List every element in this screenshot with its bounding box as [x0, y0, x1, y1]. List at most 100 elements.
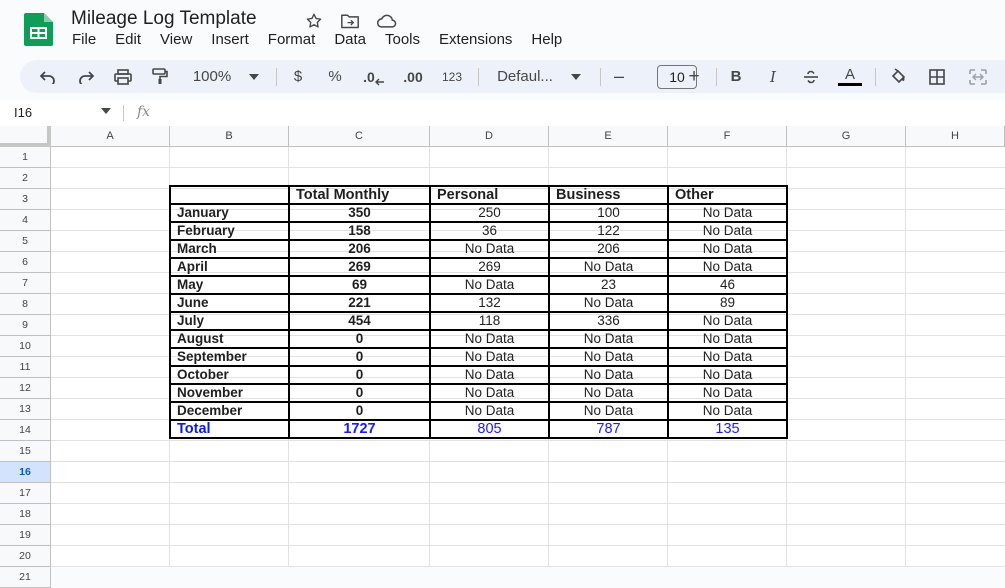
table-cell[interactable]: No Data — [667, 311, 788, 331]
table-cell[interactable]: September — [169, 347, 290, 367]
total-cell[interactable]: 787 — [548, 419, 669, 439]
table-cell[interactable]: 269 — [288, 257, 431, 277]
table-cell[interactable]: No Data — [667, 365, 788, 385]
table-cell[interactable]: 0 — [288, 347, 431, 367]
decrease-font-size-button[interactable]: – — [609, 60, 629, 93]
cloud-status-icon[interactable] — [375, 10, 397, 32]
table-cell[interactable]: No Data — [429, 275, 550, 295]
table-cell[interactable]: No Data — [548, 401, 669, 421]
table-cell[interactable]: April — [169, 257, 290, 277]
table-cell[interactable]: No Data — [667, 221, 788, 241]
table-cell[interactable]: 0 — [288, 401, 431, 421]
total-cell[interactable]: 805 — [429, 419, 550, 439]
table-cell[interactable]: 336 — [548, 311, 669, 331]
table-cell[interactable]: No Data — [667, 257, 788, 277]
star-icon[interactable] — [303, 10, 325, 32]
zoom-select[interactable]: 100% — [188, 60, 236, 93]
header-cell[interactable]: Personal — [429, 185, 550, 205]
table-cell[interactable]: 206 — [548, 239, 669, 259]
move-folder-icon[interactable] — [339, 10, 361, 32]
merge-cells-icon[interactable] — [966, 60, 990, 93]
column-header-e[interactable]: E — [549, 126, 668, 147]
table-cell[interactable]: No Data — [429, 239, 550, 259]
table-cell[interactable]: June — [169, 293, 290, 313]
menu-tools[interactable]: Tools — [385, 31, 420, 48]
zoom-dropdown-icon[interactable] — [247, 60, 261, 93]
table-cell[interactable]: No Data — [429, 383, 550, 403]
name-box-dropdown-icon[interactable] — [101, 108, 111, 114]
table-cell[interactable]: 46 — [667, 275, 788, 295]
table-cell[interactable]: January — [169, 203, 290, 223]
decrease-decimal-button[interactable]: .0 — [360, 60, 388, 93]
menu-view[interactable]: View — [160, 31, 192, 48]
header-cell[interactable]: Other — [667, 185, 788, 205]
menu-edit[interactable]: Edit — [115, 31, 141, 48]
table-cell[interactable]: 0 — [288, 383, 431, 403]
row-header[interactable]: 7 — [0, 273, 51, 294]
table-cell[interactable]: No Data — [548, 365, 669, 385]
borders-icon[interactable] — [926, 60, 948, 93]
table-cell[interactable]: 118 — [429, 311, 550, 331]
row-header[interactable]: 17 — [0, 483, 51, 504]
column-header-a[interactable]: A — [51, 126, 170, 147]
table-cell[interactable]: 23 — [548, 275, 669, 295]
table-cell[interactable]: 221 — [288, 293, 431, 313]
header-cell[interactable]: Business — [548, 185, 669, 205]
table-cell[interactable]: 350 — [288, 203, 431, 223]
table-cell[interactable]: No Data — [548, 347, 669, 367]
table-cell[interactable]: No Data — [667, 347, 788, 367]
column-header-f[interactable]: F — [668, 126, 787, 147]
table-cell[interactable]: No Data — [667, 203, 788, 223]
table-cell[interactable]: July — [169, 311, 290, 331]
row-header[interactable]: 19 — [0, 525, 51, 546]
table-cell[interactable]: No Data — [429, 365, 550, 385]
row-header[interactable]: 8 — [0, 294, 51, 315]
undo-icon[interactable] — [36, 60, 60, 93]
row-header[interactable]: 13 — [0, 399, 51, 420]
column-header-c[interactable]: C — [289, 126, 430, 147]
table-cell[interactable]: No Data — [429, 347, 550, 367]
table-cell[interactable]: 122 — [548, 221, 669, 241]
table-cell[interactable]: No Data — [667, 401, 788, 421]
total-cell[interactable]: 135 — [667, 419, 788, 439]
row-header[interactable]: 5 — [0, 231, 51, 252]
table-cell[interactable]: No Data — [429, 401, 550, 421]
total-label-cell[interactable]: Total — [169, 419, 290, 439]
table-cell[interactable]: 0 — [288, 365, 431, 385]
name-box[interactable]: I16 — [14, 105, 32, 120]
percent-format-button[interactable]: % — [324, 60, 346, 93]
document-title[interactable]: Mileage Log Template — [71, 8, 257, 30]
sheets-logo-icon[interactable] — [24, 13, 53, 46]
menu-format[interactable]: Format — [268, 31, 316, 48]
row-header[interactable]: 20 — [0, 546, 51, 567]
table-cell[interactable]: 158 — [288, 221, 431, 241]
column-header-h[interactable]: H — [906, 126, 1005, 147]
increase-font-size-button[interactable]: + — [684, 60, 704, 93]
row-header[interactable]: 21 — [0, 567, 51, 588]
row-header[interactable]: 9 — [0, 315, 51, 336]
header-cell[interactable] — [169, 185, 290, 205]
table-cell[interactable]: No Data — [667, 383, 788, 403]
row-header[interactable]: 14 — [0, 420, 51, 441]
table-cell[interactable]: 454 — [288, 311, 431, 331]
header-cell[interactable]: Total Monthly — [288, 185, 431, 205]
table-cell[interactable]: No Data — [667, 329, 788, 349]
table-cell[interactable]: No Data — [429, 329, 550, 349]
column-header-g[interactable]: G — [787, 126, 906, 147]
table-cell[interactable]: No Data — [548, 257, 669, 277]
table-cell[interactable]: May — [169, 275, 290, 295]
table-cell[interactable]: 89 — [667, 293, 788, 313]
table-cell[interactable]: 132 — [429, 293, 550, 313]
row-header[interactable]: 4 — [0, 210, 51, 231]
text-color-button[interactable]: A — [837, 60, 863, 93]
table-cell[interactable]: October — [169, 365, 290, 385]
row-header[interactable]: 3 — [0, 189, 51, 210]
row-header[interactable]: 10 — [0, 336, 51, 357]
table-cell[interactable]: No Data — [548, 383, 669, 403]
fill-color-icon[interactable] — [888, 60, 910, 93]
row-header-selected[interactable]: 16 — [0, 462, 51, 483]
menu-insert[interactable]: Insert — [211, 31, 249, 48]
number-format-button[interactable]: 123 — [438, 60, 466, 93]
table-cell[interactable]: 100 — [548, 203, 669, 223]
row-header[interactable]: 11 — [0, 357, 51, 378]
